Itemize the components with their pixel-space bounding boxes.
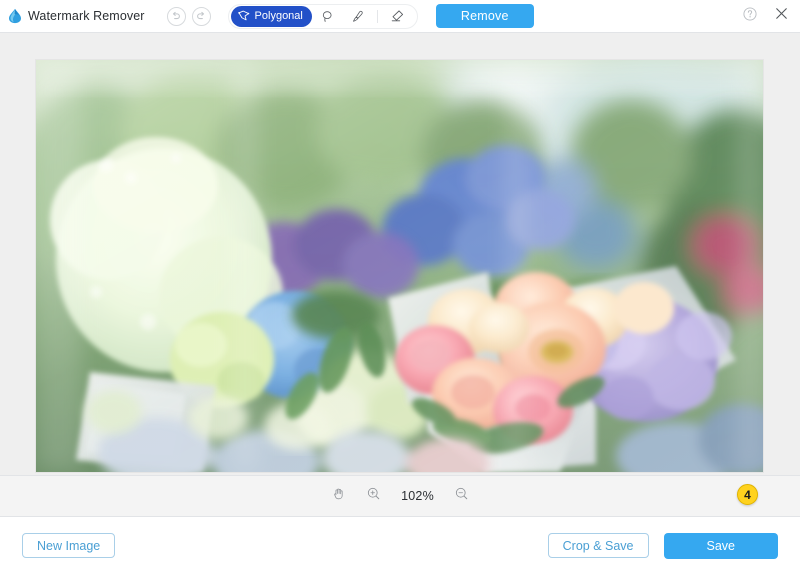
undo-button[interactable] xyxy=(167,7,186,26)
redo-button[interactable] xyxy=(192,7,211,26)
hand-tool-button[interactable] xyxy=(330,487,348,505)
brush-icon xyxy=(350,9,365,24)
close-x-icon xyxy=(773,5,790,27)
zoom-in-button[interactable] xyxy=(365,487,383,505)
lasso-icon xyxy=(320,9,335,24)
watermark-remover-window: Watermark Remover xyxy=(0,0,800,574)
footer-bar: New Image Crop & Save Save 4 xyxy=(0,517,800,574)
zoom-level-label: 102% xyxy=(400,489,436,503)
toolbar-divider xyxy=(377,10,378,23)
window-controls xyxy=(741,7,790,25)
help-button[interactable] xyxy=(741,7,759,25)
water-drop-logo-icon xyxy=(6,7,24,25)
tool-polygonal[interactable]: Polygonal xyxy=(231,6,312,27)
history-controls xyxy=(167,7,211,26)
zoom-in-icon xyxy=(366,486,381,506)
photo-preview[interactable] xyxy=(36,60,763,472)
zoom-out-icon xyxy=(454,486,469,506)
tool-lasso[interactable] xyxy=(314,5,342,27)
redo-arrow-icon xyxy=(195,10,207,22)
step-number-badge: 4 xyxy=(737,484,758,505)
question-mark-circle-icon xyxy=(742,6,758,27)
app-brand: Watermark Remover xyxy=(6,7,145,25)
hand-pan-icon xyxy=(331,486,346,506)
undo-arrow-icon xyxy=(170,10,182,22)
remove-button[interactable]: Remove xyxy=(436,4,534,28)
crop-and-save-button[interactable]: Crop & Save xyxy=(548,533,649,558)
zoom-toolbar: 102% xyxy=(0,476,800,517)
tool-polygonal-label: Polygonal xyxy=(255,11,303,22)
tool-eraser[interactable] xyxy=(383,5,411,27)
save-button[interactable]: Save xyxy=(664,533,779,559)
close-button[interactable] xyxy=(772,7,790,25)
tool-brush[interactable] xyxy=(344,5,372,27)
footer-actions: Crop & Save Save xyxy=(548,533,778,559)
top-toolbar: Watermark Remover xyxy=(0,0,800,33)
new-image-button[interactable]: New Image xyxy=(22,533,115,558)
image-canvas-area[interactable] xyxy=(0,33,800,476)
flower-shop-photo xyxy=(36,60,763,472)
save-button-wrapper: Save xyxy=(664,533,779,559)
polygonal-lasso-icon xyxy=(237,9,251,23)
app-title: Watermark Remover xyxy=(28,9,145,23)
zoom-out-button[interactable] xyxy=(453,487,471,505)
selection-tool-group: Polygonal xyxy=(228,4,418,29)
eraser-icon xyxy=(389,8,405,24)
